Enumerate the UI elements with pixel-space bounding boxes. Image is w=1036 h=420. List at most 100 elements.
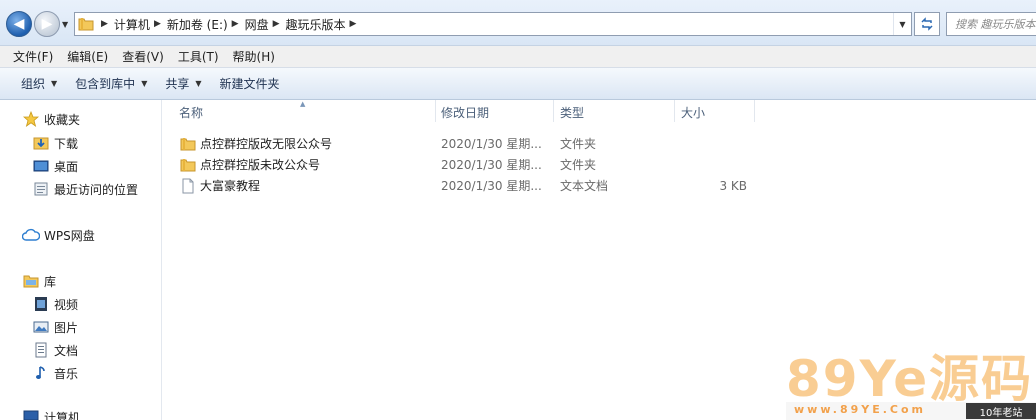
column-header-name[interactable]: 名称 (173, 100, 435, 124)
file-name-cell: 大富豪教程 (179, 175, 260, 196)
chevron-down-icon: ▼ (141, 79, 148, 88)
file-size: 3 KB (719, 178, 747, 193)
nav-documents-label: 文档 (54, 343, 79, 358)
breadcrumb-separator[interactable]: ▶ (232, 19, 239, 29)
column-type-label: 类型 (560, 105, 585, 120)
menu-edit[interactable]: 编辑(E) (60, 48, 115, 65)
breadcrumb-computer[interactable]: 计算机 (114, 16, 150, 33)
picture-icon (32, 318, 50, 336)
file-name-cell: 点控群控版改无限公众号 (179, 133, 332, 154)
file-name: 点控群控版未改公众号 (200, 158, 321, 172)
menu-help[interactable]: 帮助(H) (226, 48, 282, 65)
file-type: 文件夹 (560, 158, 597, 172)
address-bar-row: ◀ ▶ ▼ ▶ 计算机 ▶ 新加卷 (E:) ▶ 网盘 ▶ 趣玩乐版本 ▶ ▼ (0, 0, 1036, 46)
back-arrow-icon: ◀ (13, 16, 25, 32)
menu-view[interactable]: 查看(V) (115, 48, 171, 65)
address-bar[interactable]: ▶ 计算机 ▶ 新加卷 (E:) ▶ 网盘 ▶ 趣玩乐版本 ▶ ▼ (74, 12, 912, 36)
file-name: 大富豪教程 (200, 179, 261, 193)
breadcrumb-current-folder[interactable]: 趣玩乐版本 (286, 16, 346, 33)
nav-wps-label: WPS网盘 (44, 228, 95, 243)
nav-favorites[interactable]: 收藏夹 (22, 110, 80, 128)
folder-icon (179, 135, 197, 153)
column-divider[interactable] (754, 100, 755, 122)
column-date-label: 修改日期 (441, 105, 490, 120)
file-row[interactable]: 点控群控版未改公众号 2020/1/30 星期... 文件夹 (163, 154, 863, 175)
include-in-library-button[interactable]: 包含到库中 ▼ (66, 72, 156, 96)
library-icon (22, 272, 40, 290)
address-dropdown-button[interactable]: ▼ (893, 13, 911, 35)
refresh-button[interactable] (914, 12, 940, 36)
file-name-cell: 点控群控版未改公众号 (179, 154, 320, 175)
column-header-date[interactable]: 修改日期 (435, 100, 553, 124)
watermark: 89Ye源码 www.89YE.Com 10年老站 (786, 352, 1036, 420)
column-name-label: 名称 (179, 105, 204, 120)
chevron-down-icon: ▼ (195, 79, 202, 88)
breadcrumb-separator[interactable]: ▶ (350, 19, 357, 29)
nav-downloads-label: 下载 (54, 136, 79, 151)
document-icon (32, 341, 50, 359)
command-toolbar: 组织 ▼ 包含到库中 ▼ 共享 ▼ 新建文件夹 (0, 68, 1036, 100)
breadcrumb-separator[interactable]: ▶ (154, 19, 161, 29)
nav-libraries[interactable]: 库 (22, 272, 56, 290)
recent-places-icon (32, 180, 50, 198)
nav-wps-cloud[interactable]: WPS网盘 (22, 226, 95, 244)
nav-documents[interactable]: 文档 (32, 341, 78, 359)
file-date: 2020/1/30 星期... (441, 158, 542, 172)
file-type: 文本文档 (560, 179, 609, 193)
new-folder-button[interactable]: 新建文件夹 (211, 72, 289, 96)
breadcrumb-netdisk[interactable]: 网盘 (245, 16, 269, 33)
menu-file[interactable]: 文件(F) (6, 48, 60, 65)
menu-tools[interactable]: 工具(T) (171, 48, 226, 65)
column-header-size[interactable]: 大小 (675, 100, 755, 124)
file-type: 文件夹 (560, 137, 597, 151)
watermark-logo-text: 89Ye源码 (786, 350, 1034, 408)
folder-icon (179, 156, 197, 174)
include-library-label: 包含到库中 (75, 77, 136, 91)
nav-music[interactable]: 音乐 (32, 364, 78, 382)
nav-pictures[interactable]: 图片 (32, 318, 78, 336)
file-date: 2020/1/30 星期... (441, 137, 542, 151)
nav-favorites-label: 收藏夹 (44, 112, 81, 127)
chevron-down-icon: ▼ (51, 79, 58, 88)
nav-desktop-label: 桌面 (54, 159, 79, 174)
nav-videos-label: 视频 (54, 297, 79, 312)
star-icon (22, 110, 40, 128)
nav-computer[interactable]: 计算机 (22, 408, 80, 420)
column-size-label: 大小 (681, 105, 706, 120)
organize-button[interactable]: 组织 ▼ (12, 72, 66, 96)
nav-computer-label: 计算机 (44, 410, 81, 420)
nav-downloads[interactable]: 下载 (32, 134, 78, 152)
share-button[interactable]: 共享 ▼ (156, 72, 210, 96)
computer-icon (22, 408, 40, 420)
file-date: 2020/1/30 星期... (441, 179, 542, 193)
music-note-icon (32, 364, 50, 382)
nav-recent-label: 最近访问的位置 (54, 182, 139, 197)
search-input[interactable] (955, 17, 1036, 31)
back-button[interactable]: ◀ (6, 11, 32, 37)
forward-arrow-icon: ▶ (41, 16, 53, 32)
search-box[interactable] (946, 12, 1036, 36)
breadcrumb-drive-e[interactable]: 新加卷 (E:) (167, 16, 228, 33)
new-folder-label: 新建文件夹 (219, 77, 280, 91)
nav-libraries-label: 库 (44, 274, 57, 289)
recent-pages-dropdown[interactable]: ▼ (62, 20, 68, 29)
nav-videos[interactable]: 视频 (32, 295, 78, 313)
folder-icon (75, 13, 97, 35)
share-label: 共享 (165, 77, 190, 91)
file-row[interactable]: 大富豪教程 2020/1/30 星期... 文本文档 3 KB (163, 175, 863, 196)
column-header-type[interactable]: 类型 (554, 100, 674, 124)
watermark-tag: 10年老站 (966, 403, 1036, 419)
forward-button[interactable]: ▶ (34, 11, 60, 37)
watermark-url: www.89YE.Com (794, 403, 927, 416)
file-name: 点控群控版改无限公众号 (200, 137, 333, 151)
file-row[interactable]: 点控群控版改无限公众号 2020/1/30 星期... 文件夹 (163, 133, 863, 154)
nav-pictures-label: 图片 (54, 320, 79, 335)
nav-recent-places[interactable]: 最近访问的位置 (32, 180, 138, 198)
refresh-icon (921, 17, 933, 31)
nav-desktop[interactable]: 桌面 (32, 157, 78, 175)
video-icon (32, 295, 50, 313)
navigation-pane: 收藏夹 下载 桌面 最近访问的位置 WPS网盘 库 视频 图片 文档 音乐 计算… (0, 100, 162, 420)
breadcrumb-separator[interactable]: ▶ (273, 19, 280, 29)
breadcrumb-separator[interactable]: ▶ (101, 19, 108, 29)
menu-bar: 文件(F) 编辑(E) 查看(V) 工具(T) 帮助(H) (0, 46, 1036, 68)
